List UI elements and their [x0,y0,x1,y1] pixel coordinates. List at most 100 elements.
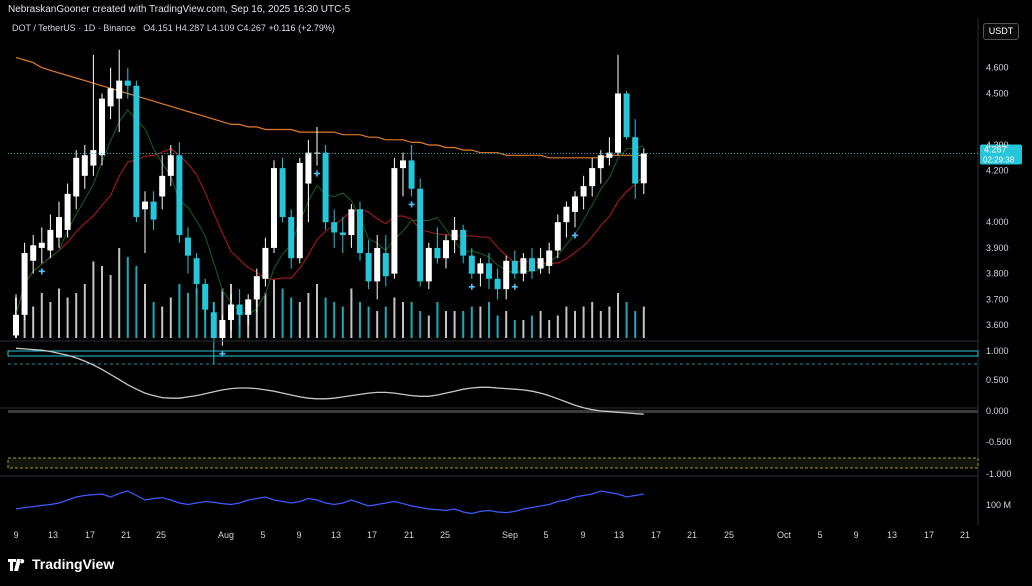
volume-bar [479,306,482,338]
candle-body [374,247,381,282]
x-tick-label: 17 [85,530,95,540]
candle-body [623,93,630,138]
indicator1-label: 0.500 [986,375,1009,385]
volume-bar [75,293,78,338]
volume-bar [264,293,267,338]
candle-body [219,319,226,338]
candle-body [30,245,37,261]
y-tick-label: 4.500 [986,88,1009,98]
candle-body [546,250,553,266]
y-tick-label: 3.900 [986,243,1009,253]
candle-body [279,168,286,218]
signal-cross-icon [408,201,415,208]
candle-body [271,168,277,248]
volume-bar [152,302,155,338]
volume-bar [402,302,404,338]
volume-line [15,490,644,515]
candle-body [81,155,88,176]
candle-body [503,260,510,290]
volume-bar [359,302,361,338]
tradingview-logo[interactable]: TradingView [8,556,114,572]
signal-cross-icon [314,170,320,177]
candle-body [107,88,114,107]
volume-bar [83,284,86,338]
candle-body [357,209,363,254]
candle-body [253,276,260,300]
volume-bar [290,297,293,338]
volume-bar [333,302,336,338]
volume-bar [608,306,611,338]
candle-body [331,222,338,233]
volume-bar [178,284,181,338]
x-tick-label: 17 [367,530,377,540]
volume-bar [591,302,594,338]
volume-bar [118,248,121,338]
tradingview-icon [8,559,25,571]
x-tick-label: Aug [218,530,234,540]
price-chart[interactable]: 4.26702:29:384.6004.5004.3004.2004.0003.… [0,0,1032,586]
x-tick-label: 9 [580,530,585,540]
y-tick-label: 4.300 [986,140,1009,150]
candle-body [245,299,252,315]
candle-body [339,232,346,236]
currency-button[interactable]: USDT [983,23,1019,40]
candle-body [400,160,406,169]
volume-bar [109,275,112,338]
volume-bar [367,306,370,338]
candle-body [202,283,209,310]
candle-body [365,253,372,282]
candle-body [391,168,398,274]
volume-bar [453,311,456,338]
volume-bar [513,320,516,338]
volume-bar [92,261,95,338]
candle-body [468,255,475,274]
volume-bar [539,311,542,338]
x-tick-label: 21 [121,530,131,540]
volume-bar [126,257,129,338]
volume-bar [307,293,310,338]
volume-bar [195,288,198,338]
indicator1-band [7,350,979,357]
candle-body [460,229,467,256]
candle-body [185,237,191,256]
candle-body [142,201,148,210]
volume-bar [32,306,35,338]
x-tick-label: 13 [48,530,58,540]
volume-bar [427,315,430,338]
x-tick-label: 9 [853,530,858,540]
x-tick-label: Oct [777,530,792,540]
candle-body [124,80,131,86]
volume-bar [419,311,422,338]
candle-body [589,168,596,187]
x-tick-label: 21 [687,530,697,540]
x-tick-label: 17 [651,530,661,540]
volume-bar [384,306,387,338]
candle-body [554,222,561,251]
candle-body [176,155,183,236]
volume-bar [66,297,69,338]
indicator2-label: 0.000 [986,406,1009,416]
volume-bar [599,311,602,338]
x-tick-label: 25 [724,530,734,540]
volume-bar [281,288,284,338]
volume-bar [49,302,52,338]
volume-bar [161,306,164,338]
candle-body [597,155,604,169]
volume-bar [101,266,103,338]
candle-body [477,263,484,274]
candle-body [38,242,45,248]
candle-body [434,247,441,259]
x-tick-label: 25 [440,530,450,540]
x-tick-label: 5 [260,530,265,540]
x-tick-label: 13 [614,530,624,540]
zero-band [8,410,978,413]
signal-cross-icon [38,268,45,275]
signal-cross-icon [511,283,518,290]
y-tick-label: 4.600 [986,63,1009,73]
x-tick-label: 25 [156,530,166,540]
candle-body [451,229,458,241]
candle-body [296,162,303,259]
candle-body [262,247,269,279]
x-tick-label: 17 [924,530,934,540]
candle-body [150,201,157,220]
